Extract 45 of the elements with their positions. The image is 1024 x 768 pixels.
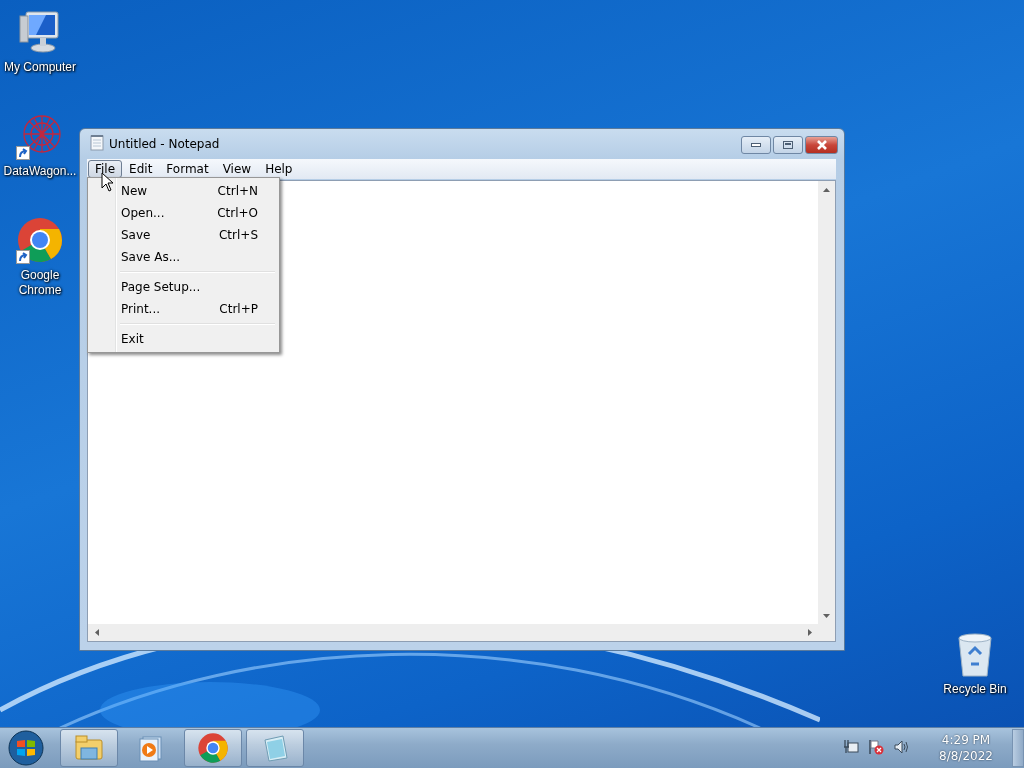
maximize-button[interactable] — [773, 136, 803, 154]
menu-item[interactable]: Open... Ctrl+O — [90, 202, 277, 224]
menu-item[interactable]: Edit — [122, 160, 160, 178]
windows-logo-icon — [8, 730, 44, 766]
window-title: Untitled - Notepad — [109, 137, 221, 151]
shortcut-text: Ctrl+N — [217, 184, 258, 198]
chrome-icon[interactable] — [16, 216, 64, 264]
icon-label[interactable]: Google Chrome — [3, 268, 77, 298]
scroll-right-icon[interactable] — [807, 629, 812, 636]
menu-item[interactable]: Exit — [90, 328, 277, 350]
shortcut-text: Ctrl+P — [219, 302, 258, 316]
horizontal-scrollbar[interactable] — [88, 624, 818, 641]
mouse-cursor-icon — [101, 172, 114, 192]
notepad-icon — [90, 134, 104, 151]
menu-item[interactable]: View — [215, 160, 259, 178]
scroll-down-icon[interactable] — [823, 613, 830, 618]
menu-item[interactable]: Help — [258, 160, 300, 178]
chrome-icon — [197, 732, 229, 764]
minimize-button[interactable] — [741, 136, 771, 154]
minimize-icon — [751, 143, 761, 147]
icon-label[interactable]: Recycle Bin — [943, 682, 1007, 697]
menu-item[interactable]: Page Setup... — [90, 276, 277, 298]
network-icon[interactable] — [843, 738, 859, 755]
icon-label[interactable]: DataWagon... — [3, 164, 77, 179]
vertical-scrollbar[interactable] — [818, 181, 835, 624]
scroll-up-icon[interactable] — [823, 187, 830, 192]
menu-item[interactable]: Save As... — [90, 246, 277, 268]
menu-item[interactable]: File — [88, 160, 123, 178]
close-button[interactable] — [805, 136, 838, 154]
taskbar-app-button[interactable] — [246, 729, 304, 767]
shortcut-text: Ctrl+O — [217, 206, 258, 220]
icon-label[interactable]: My Computer — [4, 60, 76, 75]
close-icon — [815, 140, 828, 150]
menu-item[interactable]: Format — [159, 160, 216, 178]
start-button[interactable] — [6, 728, 46, 768]
menu-item[interactable]: Save Ctrl+S — [90, 224, 277, 246]
taskbar-app-button[interactable] — [184, 729, 242, 767]
taskbar-app-button[interactable] — [60, 729, 118, 767]
scroll-left-icon[interactable] — [94, 629, 99, 636]
flag-error-icon[interactable] — [867, 738, 885, 755]
menu-item[interactable]: Print... Ctrl+P — [90, 298, 277, 320]
menu-item[interactable]: New Ctrl+N — [90, 180, 277, 202]
shortcut-text: Ctrl+S — [218, 228, 258, 242]
maximize-icon — [783, 141, 793, 149]
speaker-icon[interactable] — [893, 738, 909, 755]
